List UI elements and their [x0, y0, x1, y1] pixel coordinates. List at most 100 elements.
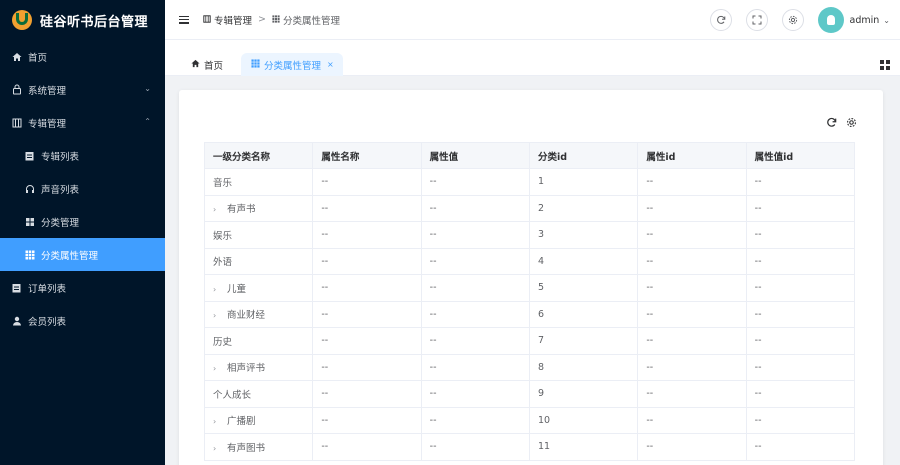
breadcrumb: 专辑管理 > 分类属性管理	[203, 13, 340, 27]
cell-attr-value-id: --	[746, 274, 856, 302]
cell-category-name: › 有声图书	[203, 433, 314, 461]
cell-category-name: 音乐	[203, 168, 314, 196]
chevron-down-icon[interactable]: ⌄	[883, 16, 890, 25]
category-name: 历史	[213, 336, 233, 348]
table-row[interactable]: › 广播剧 -- -- 10 -- --	[203, 407, 856, 434]
category-name: 个人成长	[213, 389, 252, 401]
sidebar-item-members[interactable]: 会员列表	[0, 304, 165, 337]
fullscreen-icon	[752, 15, 762, 25]
username[interactable]: admin	[850, 15, 880, 26]
logo[interactable]: 硅谷听书后台管理	[0, 0, 165, 40]
cell-attr-value-id: --	[746, 354, 856, 381]
cell-category-id: 8	[529, 354, 639, 381]
sidebar-item-orders[interactable]: 订单列表	[0, 271, 165, 304]
category-attribute-table: 一级分类名称 属性名称 属性值 分类id 属性id 属性值id 音乐 -- -- 1-…	[203, 142, 856, 461]
column-header: 属性id	[637, 142, 747, 169]
cell-attr-name: --	[312, 195, 422, 222]
cell-attr-value-id: --	[746, 327, 856, 355]
cell-category-id: 7	[529, 327, 639, 355]
cell-attr-name: --	[312, 433, 422, 461]
sidebar-item-label: 分类属性管理	[41, 250, 99, 262]
cell-category-id: 1	[529, 168, 639, 196]
expand-chevron-icon[interactable]: ›	[213, 205, 219, 214]
table-row[interactable]: › 儿童 -- -- 5 -- --	[203, 274, 856, 302]
clipboard-icon	[11, 282, 22, 293]
refresh-button[interactable]	[709, 9, 732, 31]
tab-category-attr[interactable]: 分类属性管理 ×	[241, 53, 343, 76]
cell-attr-value-id: --	[746, 380, 856, 408]
cell-attr-value: --	[421, 274, 530, 302]
sidebar-item-category[interactable]: 分类管理	[0, 205, 165, 238]
sidebar-item-label: 声音列表	[41, 184, 80, 196]
cell-attr-value: --	[421, 354, 530, 381]
sidebar-item-label: 会员列表	[28, 316, 67, 328]
cell-attr-value: --	[421, 380, 530, 408]
cell-category-name: 个人成长	[203, 380, 314, 408]
logo-icon	[12, 10, 32, 30]
table-row[interactable]: 娱乐 -- -- 3 -- --	[203, 221, 856, 249]
expand-chevron-icon[interactable]: ›	[213, 285, 219, 294]
sidebar-item-label: 专辑管理	[28, 118, 67, 130]
cell-attr-id: --	[637, 274, 747, 302]
sidebar-item-home[interactable]: 首页	[0, 40, 165, 73]
avatar[interactable]	[817, 7, 844, 33]
sidebar-item-sound-list[interactable]: 声音列表	[0, 172, 165, 205]
cell-attr-value-id: --	[746, 195, 856, 222]
cell-attr-id: --	[637, 433, 747, 461]
column-header: 分类id	[529, 142, 639, 169]
home-icon	[191, 59, 200, 70]
expand-chevron-icon[interactable]: ›	[213, 444, 219, 453]
fullscreen-button[interactable]	[745, 9, 768, 31]
table-row[interactable]: 外语 -- -- 4 -- --	[203, 248, 856, 275]
breadcrumb-item-current: 分类属性管理	[282, 15, 340, 27]
gear-icon[interactable]	[845, 116, 857, 128]
sidebar-item-album[interactable]: 专辑管理 ⌃	[0, 106, 165, 139]
table-row[interactable]: 个人成长 -- -- 9 -- --	[203, 380, 856, 408]
sidebar-item-category-attr[interactable]: 分类属性管理	[0, 238, 165, 271]
tab-home[interactable]: 首页	[183, 53, 231, 76]
cell-attr-id: --	[637, 301, 747, 328]
cell-attr-value-id: --	[746, 221, 856, 249]
close-icon[interactable]: ×	[327, 60, 334, 69]
cell-category-id: 2	[529, 195, 639, 222]
cell-attr-value: --	[421, 433, 530, 461]
sidebar-item-system[interactable]: 系统管理 ⌄	[0, 73, 165, 106]
tab-menu-grid-icon[interactable]	[880, 60, 890, 70]
column-header: 属性名称	[312, 142, 422, 169]
table-row[interactable]: 音乐 -- -- 1 -- --	[203, 168, 856, 196]
table-row[interactable]: › 相声评书 -- -- 8 -- --	[203, 354, 856, 381]
cell-attr-name: --	[312, 380, 422, 408]
sidebar-item-label: 分类管理	[41, 217, 80, 229]
cell-attr-name: --	[312, 407, 422, 434]
category-name: 相声评书	[227, 363, 266, 375]
tab-label: 分类属性管理	[264, 60, 322, 72]
sidebar-item-album-list[interactable]: 专辑列表	[0, 139, 165, 172]
cell-attr-id: --	[637, 407, 747, 434]
cell-attr-name: --	[312, 301, 422, 328]
cell-attr-value: --	[421, 168, 530, 196]
table-row[interactable]: › 有声图书 -- -- 11 -- --	[203, 433, 856, 461]
sidebar-item-label: 系统管理	[28, 85, 67, 97]
table-row[interactable]: › 商业财经 -- -- 6 -- --	[203, 301, 856, 328]
expand-chevron-icon[interactable]: ›	[213, 417, 219, 426]
cell-attr-id: --	[637, 327, 747, 355]
cell-attr-value-id: --	[746, 433, 856, 461]
sidebar-item-label: 订单列表	[28, 283, 67, 295]
table-row[interactable]: › 有声书 -- -- 2 -- --	[203, 195, 856, 222]
grid-icon	[272, 14, 280, 25]
expand-chevron-icon[interactable]: ›	[213, 311, 219, 320]
cell-attr-value-id: --	[746, 248, 856, 275]
album-icon	[11, 117, 22, 128]
refresh-icon[interactable]	[825, 116, 837, 128]
breadcrumb-item[interactable]: 专辑管理	[214, 13, 252, 27]
settings-button[interactable]	[781, 9, 804, 31]
table-row[interactable]: 历史 -- -- 7 -- --	[203, 327, 856, 355]
expand-chevron-icon[interactable]: ›	[213, 364, 219, 373]
category-name: 音乐	[213, 177, 233, 189]
category-name: 广播剧	[227, 416, 256, 428]
tab-bar: 首页 分类属性管理 ×	[165, 40, 900, 76]
refresh-icon	[716, 15, 725, 24]
cell-attr-id: --	[637, 168, 747, 196]
album-icon	[203, 14, 211, 25]
menu-toggle-icon[interactable]	[179, 15, 189, 24]
